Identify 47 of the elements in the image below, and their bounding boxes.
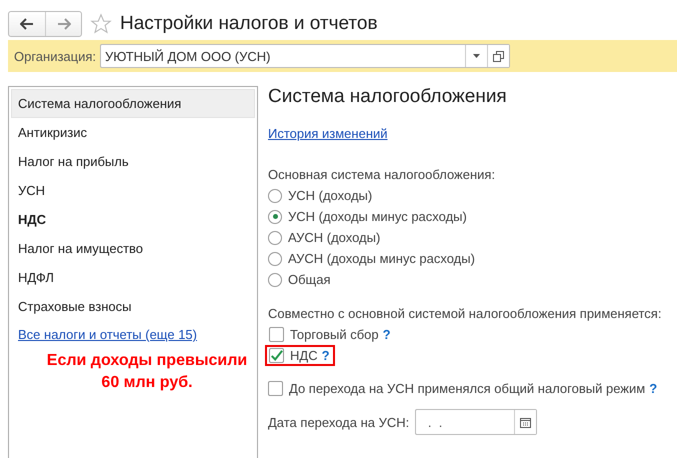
organization-field[interactable]: УЮТНЫЙ ДОМ ООО (УСН) — [100, 44, 510, 68]
annotation-text: Если доходы превысили 60 млн руб. — [46, 351, 248, 393]
sidebar-item[interactable]: Налог на прибыль — [11, 147, 255, 176]
checkbox[interactable] — [268, 381, 283, 396]
radio-button[interactable] — [268, 230, 282, 244]
radio-label: АУСН (доходы) — [288, 230, 380, 245]
checkbox-label: Торговый сбор ? — [290, 327, 391, 342]
arrow-right-icon — [56, 18, 70, 30]
caret-icon — [473, 54, 480, 58]
sidebar-item[interactable]: НДФЛ — [11, 263, 255, 292]
open-button[interactable] — [487, 45, 510, 67]
main-system-label: Основная система налогообложения: — [268, 167, 496, 182]
radio-button[interactable] — [268, 188, 282, 202]
date-input[interactable]: . . — [416, 414, 514, 430]
sidebar-item[interactable]: УСН — [11, 176, 255, 205]
radio-label: АУСН (доходы минус расходы) — [288, 251, 475, 266]
checkbox-label: До перехода на УСН применялся общий налоговый режим ? — [289, 381, 658, 396]
sidebar-item[interactable]: Налог на имущество — [11, 234, 255, 263]
help-link[interactable]: ? — [649, 381, 658, 396]
arrow-left-icon — [20, 18, 34, 30]
radio-label: УСН (доходы минус расходы) — [288, 209, 467, 224]
star-icon[interactable] — [90, 12, 112, 34]
calendar-icon — [520, 416, 532, 428]
sidebar-item[interactable]: Страховые взносы — [11, 292, 255, 321]
help-link[interactable]: ? — [322, 348, 330, 363]
help-link[interactable]: ? — [382, 327, 391, 342]
checkbox[interactable] — [269, 348, 284, 363]
sidebar-item[interactable]: НДС — [11, 205, 255, 234]
date-label: Дата перехода на УСН: — [268, 414, 410, 430]
all-taxes-link[interactable]: Все налоги и отчеты (еще 15) — [18, 327, 255, 342]
radio-label: УСН (доходы) — [288, 188, 372, 203]
sidebar-item[interactable]: Система налогообложения — [11, 89, 255, 118]
radio-label: Общая — [288, 272, 331, 287]
copy-icon — [493, 50, 504, 62]
combined-label: Совместно с основной системой налогообложения применяется: — [268, 306, 662, 321]
radio-button[interactable] — [268, 252, 282, 266]
checkbox-label: НДС ? — [290, 348, 330, 363]
date-field[interactable]: . . — [415, 409, 538, 435]
section-title: Система налогообложения — [268, 86, 508, 108]
calendar-button[interactable] — [514, 410, 536, 434]
organization-label: Организация: — [14, 48, 96, 64]
radio-button[interactable] — [268, 210, 282, 224]
checkbox[interactable] — [269, 327, 284, 342]
radio-button[interactable] — [268, 272, 282, 286]
sidebar-item[interactable]: Антикризис — [11, 118, 255, 147]
history-link[interactable]: История изменений — [268, 126, 388, 141]
window-title: Настройки налогов и отчетов — [120, 12, 378, 34]
